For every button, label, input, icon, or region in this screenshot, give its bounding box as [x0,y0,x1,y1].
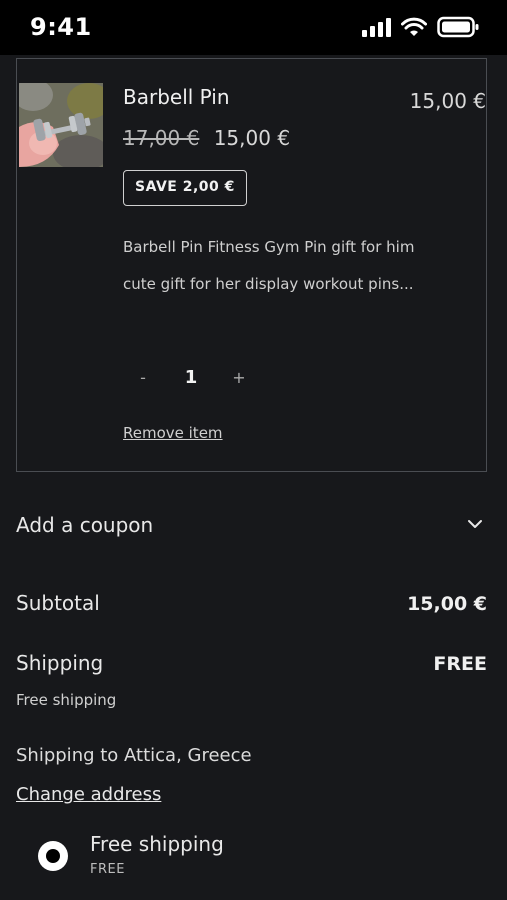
remove-item-link[interactable]: Remove item [123,424,223,442]
coupon-label: Add a coupon [16,513,154,537]
shipping-label: Shipping [16,651,104,675]
cellular-signal-icon [362,18,391,37]
quantity-stepper: - 1 + [123,359,273,395]
increase-quantity-button[interactable]: + [219,368,259,387]
save-badge: SAVE 2,00 € [123,170,247,206]
shipping-option-label: Free shipping [90,832,224,856]
status-time: 9:41 [30,13,92,41]
subtotal-label: Subtotal [16,591,100,615]
price-row: 17,00 € 15,00 € [123,126,290,150]
quantity-value: 1 [184,366,198,388]
radio-dot [46,849,60,863]
status-bar: 9:41 [0,0,507,55]
decrease-quantity-button[interactable]: - [123,368,163,387]
chevron-down-icon [468,520,482,528]
shipping-value: FREE [433,653,487,675]
cart-item-card: Barbell Pin 15,00 € 17,00 € 15,00 € SAVE… [16,58,487,472]
shipping-note: Free shipping [16,691,117,709]
status-icons [361,16,479,38]
line-total: 15,00 € [409,89,486,113]
battery-icon [437,16,479,38]
wifi-icon [401,17,427,36]
barbell-pin-thumbnail [19,83,103,167]
change-address-link[interactable]: Change address [16,784,161,805]
shipping-destination: Shipping to Attica, Greece [16,745,252,766]
shipping-option-free[interactable]: Free shipping FREE [36,830,436,890]
sale-price: 15,00 € [213,126,291,150]
add-coupon-toggle[interactable]: Add a coupon [16,510,487,546]
product-description: Barbell Pin Fitness Gym Pin gift for him… [123,238,415,293]
subtotal-value: 15,00 € [407,593,487,615]
shipping-option-price: FREE [90,862,125,877]
product-image[interactable] [19,83,103,167]
cart-screen: Barbell Pin 15,00 € 17,00 € 15,00 € SAVE… [0,55,507,900]
radio-selected-icon[interactable] [38,841,68,871]
original-price: 17,00 € [123,126,200,150]
product-name[interactable]: Barbell Pin [123,85,230,109]
